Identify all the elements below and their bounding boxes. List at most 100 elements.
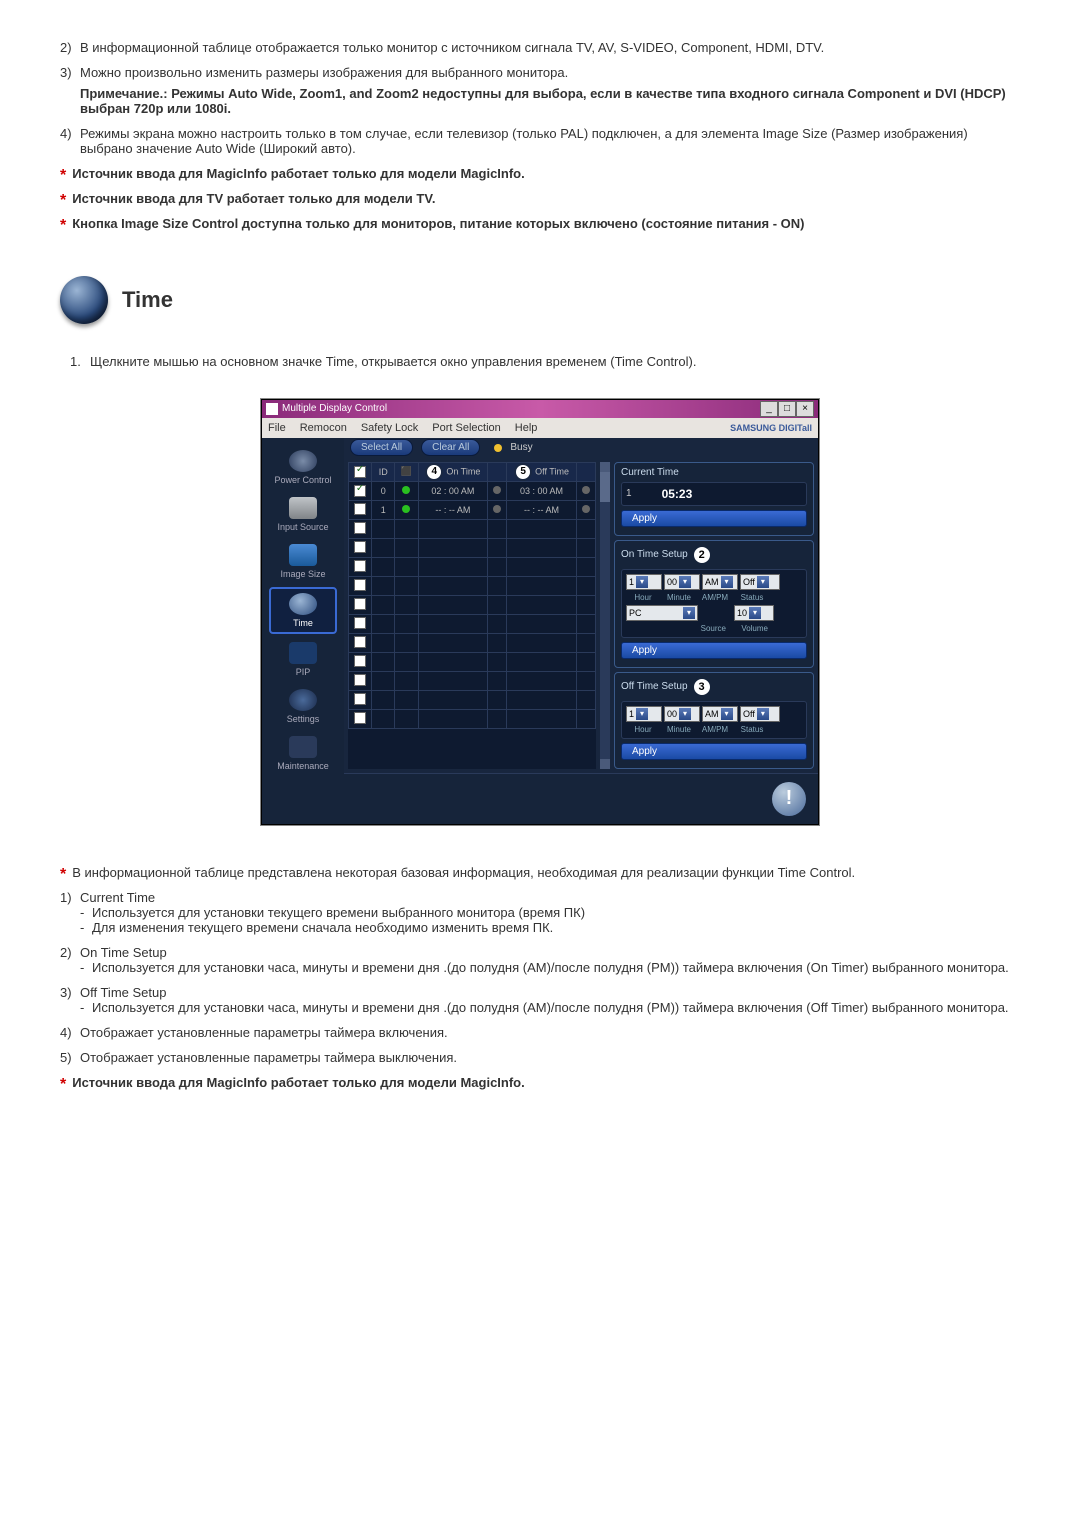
hour-select[interactable]: 1▾ (626, 706, 662, 722)
table-row[interactable]: 1 -- : -- AM -- : -- AM (349, 500, 596, 519)
clear-all-button[interactable]: Clear All (421, 439, 480, 456)
scroll-thumb[interactable] (600, 472, 610, 502)
header-checkbox[interactable] (354, 466, 366, 478)
star-note-1: * Источник ввода для MagicInfo работает … (60, 166, 1020, 185)
menu-remocon[interactable]: Remocon (300, 422, 347, 434)
apply-button[interactable]: Apply (621, 642, 807, 659)
menu-help[interactable]: Help (515, 422, 538, 434)
table-row[interactable] (349, 576, 596, 595)
ampm-select[interactable]: AM▾ (702, 706, 738, 722)
menu-file[interactable]: File (268, 422, 286, 434)
row-checkbox[interactable] (354, 655, 366, 667)
select-all-button[interactable]: Select All (350, 439, 413, 456)
grid-scrollbar[interactable] (600, 462, 610, 769)
scroll-up-icon[interactable] (600, 462, 610, 472)
close-button[interactable]: × (796, 401, 814, 417)
chevron-down-icon: ▾ (683, 607, 695, 619)
apply-button[interactable]: Apply (621, 743, 807, 760)
star-icon: * (60, 1075, 66, 1094)
cell-id: 0 (372, 481, 395, 500)
ampm-select[interactable]: AM▾ (702, 574, 738, 590)
table-row[interactable] (349, 709, 596, 728)
status-dot-icon (402, 486, 410, 494)
row-checkbox[interactable] (354, 674, 366, 686)
intro-item: 1. Щелкните мышью на основном значке Tim… (70, 354, 1020, 369)
sidebar-label: Settings (287, 714, 320, 724)
minute-select[interactable]: 00▾ (664, 574, 700, 590)
table-row[interactable] (349, 595, 596, 614)
cell-on-time: 02 : 00 AM (418, 481, 488, 500)
row-checkbox[interactable] (354, 598, 366, 610)
table-row[interactable] (349, 633, 596, 652)
minute-select[interactable]: 00▾ (664, 706, 700, 722)
row-checkbox[interactable] (354, 693, 366, 705)
scroll-down-icon[interactable] (600, 759, 610, 769)
status-select[interactable]: Off▾ (740, 706, 780, 722)
table-row[interactable] (349, 652, 596, 671)
row-checkbox[interactable] (354, 541, 366, 553)
app-window: Multiple Display Control _ □ × File Remo… (261, 399, 819, 825)
maximize-button[interactable]: □ (778, 401, 796, 417)
table-row[interactable] (349, 614, 596, 633)
row-checkbox[interactable] (354, 522, 366, 534)
sub-text: Используется для установки текущего врем… (92, 905, 585, 920)
item-text: Щелкните мышью на основном значке Time, … (90, 354, 1020, 369)
sidebar-item-power[interactable]: Power Control (271, 446, 335, 489)
desc-item-2: 2) On Time Setup -Используется для устан… (60, 945, 1020, 975)
col-off-time: 5Off Time (507, 462, 577, 481)
sub-text: Используется для установки часа, минуты … (92, 960, 1009, 975)
sidebar-label: Maintenance (277, 761, 329, 771)
desc-item-1: 1) Current Time -Используется для устано… (60, 890, 1020, 935)
source-select[interactable]: PC▾ (626, 605, 698, 621)
row-checkbox[interactable] (354, 579, 366, 591)
table-row[interactable] (349, 671, 596, 690)
star-note-2: * Источник ввода для TV работает только … (60, 191, 1020, 210)
section-heading-time: Time (60, 276, 1020, 324)
item-text: Отображает установленные параметры тайме… (80, 1050, 1020, 1065)
table-row[interactable] (349, 538, 596, 557)
row-checkbox[interactable] (354, 503, 366, 515)
item-number: 4) (60, 1025, 80, 1040)
table-row[interactable] (349, 557, 596, 576)
row-checkbox[interactable] (354, 560, 366, 572)
sidebar-item-input[interactable]: Input Source (271, 493, 335, 536)
volume-select[interactable]: 10▾ (734, 605, 774, 621)
item-number: 3) (60, 985, 80, 1015)
list-item-2: 2) В информационной таблице отображается… (60, 40, 1020, 55)
power-icon (289, 450, 317, 472)
row-checkbox[interactable] (354, 636, 366, 648)
col-on-time: 4On Time (418, 462, 488, 481)
menu-safety-lock[interactable]: Safety Lock (361, 422, 418, 434)
sidebar-item-time[interactable]: Time (269, 587, 337, 634)
sub-text: Используется для установки часа, минуты … (92, 1000, 1009, 1015)
row-checkbox[interactable] (354, 617, 366, 629)
hour-select[interactable]: 1▾ (626, 574, 662, 590)
table-row[interactable]: 0 02 : 00 AM 03 : 00 AM (349, 481, 596, 500)
item-number: 2) (60, 945, 80, 975)
status-dot-icon (402, 505, 410, 513)
sidebar-item-image-size[interactable]: Image Size (271, 540, 335, 583)
minimize-button[interactable]: _ (760, 401, 778, 417)
heading-text: Time (122, 287, 173, 313)
info-star-note: * В информационной таблице представлена … (60, 865, 1020, 884)
col-status-icon: ⬛ (395, 462, 418, 481)
maintenance-icon (289, 736, 317, 758)
menu-port-selection[interactable]: Port Selection (432, 422, 500, 434)
toolbar: Select All Clear All Busy (344, 438, 818, 458)
sidebar-item-maintenance[interactable]: Maintenance (271, 732, 335, 775)
table-row[interactable] (349, 690, 596, 709)
menubar: File Remocon Safety Lock Port Selection … (262, 418, 818, 438)
badge-3: 3 (692, 677, 712, 697)
chevron-down-icon: ▾ (679, 708, 691, 720)
sidebar-item-settings[interactable]: Settings (271, 685, 335, 728)
row-checkbox[interactable] (354, 485, 366, 497)
sidebar-item-pip[interactable]: PIP (271, 638, 335, 681)
minute-label: Minute (662, 593, 696, 602)
sidebar-label: Image Size (280, 569, 325, 579)
row-checkbox[interactable] (354, 712, 366, 724)
apply-button[interactable]: Apply (621, 510, 807, 527)
status-select[interactable]: Off▾ (740, 574, 780, 590)
panel-current-time: Current Time 1 05:23 Apply (614, 462, 814, 536)
chevron-down-icon: ▾ (749, 607, 761, 619)
table-row[interactable] (349, 519, 596, 538)
